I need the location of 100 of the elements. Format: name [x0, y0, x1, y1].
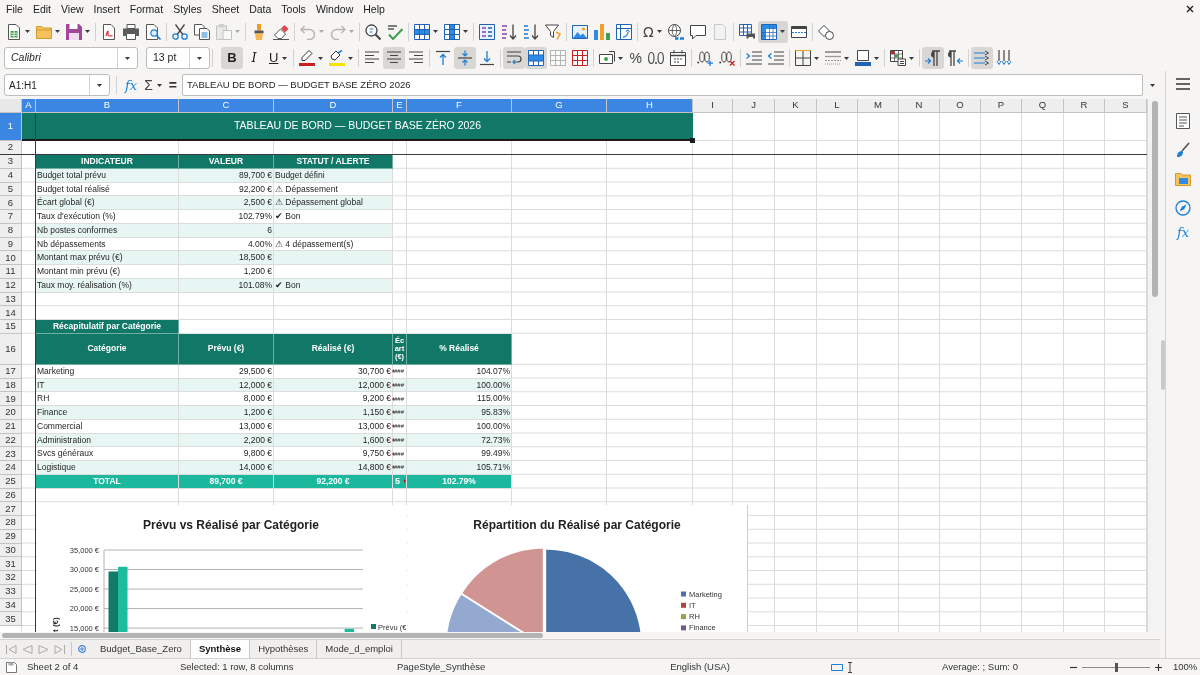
- formula-input[interactable]: TABLEAU DE BORD — BUDGET BASE ZÉRO 2026: [182, 74, 1143, 96]
- column-header[interactable]: O: [940, 99, 981, 113]
- formula-button[interactable]: =: [166, 75, 179, 95]
- row-header[interactable]: 31: [0, 557, 22, 571]
- text-right-arrows-icon: [973, 50, 990, 66]
- menu-item[interactable]: Edit: [27, 0, 56, 18]
- paintbrush-icon[interactable]: [1175, 142, 1191, 158]
- special-character-button[interactable]: Ω: [640, 20, 665, 43]
- table-printer-icon: [738, 23, 755, 40]
- scrollbar-thumb[interactable]: [1152, 101, 1158, 297]
- zoom-level[interactable]: 100%: [1167, 659, 1198, 675]
- row-header[interactable]: 2: [0, 141, 22, 155]
- printer-icon: [123, 23, 139, 40]
- sheet-tab[interactable]: Synthèse: [190, 640, 251, 658]
- row-header[interactable]: 7: [0, 210, 22, 224]
- caret-icon: [813, 56, 819, 60]
- merged-cells-icon: [528, 50, 545, 66]
- column-header[interactable]: R: [1064, 99, 1105, 113]
- row-header[interactable]: 16: [0, 333, 22, 365]
- italic-button[interactable]: I: [243, 47, 265, 69]
- align-center-button[interactable]: [383, 47, 406, 69]
- menu-item[interactable]: View: [56, 0, 89, 18]
- column-header[interactable]: B: [36, 99, 179, 113]
- row-header[interactable]: 28: [0, 516, 22, 530]
- row-header[interactable]: 32: [0, 571, 22, 585]
- menu-item[interactable]: Sheet: [206, 0, 245, 18]
- column-header[interactable]: K: [775, 99, 817, 113]
- function-wizard-button[interactable]: fx: [123, 75, 140, 95]
- table-cell: 18,500 €: [179, 251, 274, 265]
- underline-button[interactable]: U: [265, 47, 292, 69]
- name-box[interactable]: A1:H1: [4, 74, 110, 96]
- column-header[interactable]: Q: [1022, 99, 1064, 113]
- column-header[interactable]: M: [858, 99, 899, 113]
- menu-item[interactable]: Insert: [88, 0, 125, 18]
- column-header[interactable]: N: [899, 99, 940, 113]
- bold-button[interactable]: B: [221, 47, 243, 69]
- column-header[interactable]: P: [981, 99, 1022, 113]
- column-header[interactable]: D: [274, 99, 393, 113]
- row-header[interactable]: 23: [0, 447, 22, 461]
- row-header[interactable]: 15: [0, 320, 22, 334]
- column-header[interactable]: J: [733, 99, 775, 113]
- row-header[interactable]: 6: [0, 196, 22, 210]
- fill-handle[interactable]: [690, 138, 695, 143]
- column-header[interactable]: L: [817, 99, 858, 113]
- row-header[interactable]: 1: [0, 113, 22, 141]
- row-header[interactable]: 3: [0, 155, 22, 169]
- row-header[interactable]: 14: [0, 306, 22, 320]
- column-header[interactable]: F: [407, 99, 512, 113]
- row-header[interactable]: 20: [0, 406, 22, 420]
- column-header[interactable]: I: [693, 99, 733, 113]
- row-header[interactable]: 35: [0, 612, 22, 626]
- caret-icon: [463, 30, 468, 33]
- freeze-button[interactable]: [757, 20, 788, 43]
- row-header[interactable]: 19: [0, 392, 22, 406]
- row-header[interactable]: 27: [0, 502, 22, 516]
- menu-item[interactable]: Styles: [168, 0, 207, 18]
- column-header[interactable]: A: [22, 99, 36, 113]
- slider-thumb[interactable]: [1114, 662, 1118, 672]
- align-middle-button[interactable]: [454, 47, 477, 69]
- table-cell: 14,800 €: [274, 461, 393, 475]
- functions-button[interactable]: fx: [1176, 226, 1190, 239]
- sum-button[interactable]: Σ: [142, 75, 164, 95]
- column-header[interactable]: G: [512, 99, 607, 113]
- row-header[interactable]: 11: [0, 265, 22, 279]
- plus-icon[interactable]: [1155, 663, 1162, 671]
- menu-item[interactable]: Format: [124, 0, 169, 18]
- merge-center-button[interactable]: [525, 47, 548, 69]
- text-left-to-right-button[interactable]: [970, 47, 993, 69]
- menu-item[interactable]: Data: [244, 0, 277, 18]
- caret-icon: [656, 30, 662, 33]
- left-to-right-button[interactable]: [921, 47, 944, 69]
- menu-item[interactable]: Help: [358, 0, 390, 18]
- scrollbar-thumb[interactable]: [2, 633, 543, 638]
- image-folder-icon[interactable]: [1175, 171, 1191, 187]
- sidebar-handle[interactable]: [1160, 339, 1165, 390]
- pdf-document-icon: [101, 23, 117, 40]
- row-header[interactable]: 10: [0, 251, 22, 265]
- percent-format-button[interactable]: %: [626, 47, 645, 69]
- column-header[interactable]: C: [179, 99, 274, 113]
- pilcrow-right-arrow-icon: [924, 50, 941, 66]
- menu-item[interactable]: Window: [310, 0, 359, 18]
- close-icon[interactable]: [1186, 5, 1194, 13]
- table-cell: Svcs généraux: [36, 447, 179, 461]
- table-row-icon: [414, 23, 430, 40]
- font-size-field[interactable]: 13 pt: [146, 47, 210, 69]
- add-sheet-icon[interactable]: [78, 645, 86, 653]
- rectangle-select-icon[interactable]: [831, 663, 843, 671]
- document-lines-icon[interactable]: [1175, 113, 1191, 129]
- column-header[interactable]: H: [607, 99, 693, 113]
- text-down-arrows-icon: [995, 50, 1012, 66]
- menu-item[interactable]: Tools: [276, 0, 311, 18]
- menu-item[interactable]: File: [1, 0, 28, 18]
- column-header[interactable]: E: [393, 99, 407, 113]
- menu-icon[interactable]: [1176, 78, 1190, 90]
- caret-icon: [282, 56, 288, 60]
- text-cursor-icon[interactable]: [847, 661, 853, 673]
- compass-icon[interactable]: [1175, 200, 1191, 216]
- column-header[interactable]: S: [1105, 99, 1147, 113]
- row-header[interactable]: 24: [0, 461, 22, 475]
- font-name-field[interactable]: Calibri: [4, 47, 138, 69]
